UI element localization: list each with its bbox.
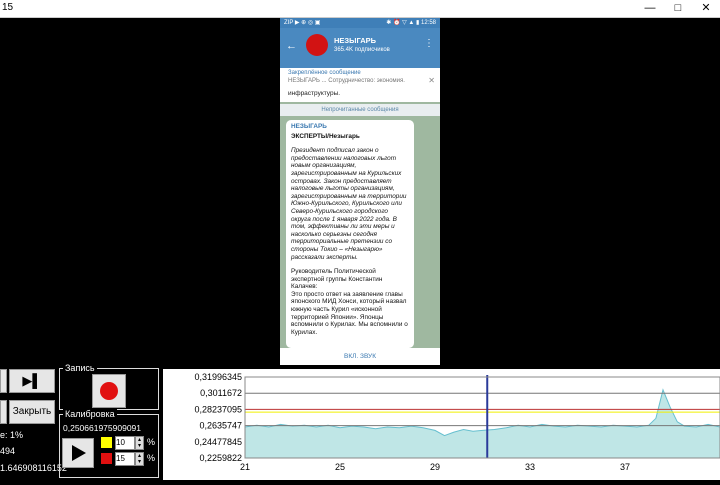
yellow-threshold-stepper[interactable]: ▴ ▾ xyxy=(135,436,144,450)
calibration-play-button[interactable] xyxy=(62,438,94,468)
channel-name: НЕЗЫГАРЬ xyxy=(334,36,377,45)
more-menu-icon[interactable]: ⋮ xyxy=(424,38,434,49)
percent-status: е: 1% xyxy=(0,430,24,440)
x-tick-label: 37 xyxy=(620,462,630,472)
play-button-partial[interactable] xyxy=(0,369,7,393)
message-paragraph-3: Это просто ответ на заявление главы япон… xyxy=(291,290,408,336)
close-file-button[interactable]: Закрыть xyxy=(9,400,55,424)
yellow-threshold-input[interactable]: 10 xyxy=(115,436,135,450)
channel-avatar xyxy=(306,34,328,56)
back-arrow-icon[interactable]: ← xyxy=(286,40,297,52)
y-tick-label: 0,2259822 xyxy=(199,453,242,463)
calibration-label: Калибровка xyxy=(63,409,117,419)
chart-svg: 0,31996345 0,3011672 0,28237095 0,2635747 0,… xyxy=(194,372,720,472)
record-label: Запись xyxy=(63,363,97,373)
window-title: 15 xyxy=(2,2,14,13)
yellow-percent-sign: % xyxy=(147,437,156,447)
status-value-494: 494 xyxy=(0,446,16,456)
close-pinned-icon[interactable]: ✕ xyxy=(428,76,435,85)
x-tick-label: 29 xyxy=(430,462,440,472)
maximize-button[interactable]: □ xyxy=(664,0,692,17)
skip-to-end-button[interactable]: ▶▌ xyxy=(9,369,55,393)
phone-status-bar: ZIP ▶ ⊕ ◎ ▣ ✱ ⏰ ▽ ▲ ▮ 12:58 xyxy=(280,18,440,28)
pinned-message[interactable]: Закреплённое сообщение НЕЗЫГАРЬ ... Сотр… xyxy=(280,68,440,102)
message-italic-paragraph: Президент подписал закон о предоставлени… xyxy=(291,147,407,261)
red-threshold-input[interactable]: 15 xyxy=(115,452,135,466)
record-icon xyxy=(100,382,118,400)
yellow-threshold-swatch xyxy=(101,437,112,448)
message-heading: ЭКСПЕРТЫ/Незыгарь xyxy=(291,132,360,140)
minimize-button[interactable]: — xyxy=(636,0,664,17)
channel-message: НЕЗЫГАРЬ ЭКСПЕРТЫ/Незыгарь Президент под… xyxy=(286,120,414,348)
pinned-title: Закреплённое сообщение xyxy=(288,70,361,76)
y-tick-label: 0,24477845 xyxy=(194,437,242,447)
red-threshold-stepper[interactable]: ▴ ▾ xyxy=(135,452,144,466)
red-percent-sign: % xyxy=(147,453,156,463)
window-titlebar: 15 — □ ✕ xyxy=(0,0,720,18)
y-tick-label: 0,2635747 xyxy=(199,421,242,431)
message-paragraph-2: Руководитель Политической экспертной гру… xyxy=(291,268,383,291)
calibration-value: 0,250661975909091 xyxy=(63,423,141,433)
status-value-long: 1.646908116152 xyxy=(0,463,67,473)
signal-area xyxy=(245,389,720,458)
status-icons-right: ✱ ⏰ ▽ ▲ ▮ 12:58 xyxy=(386,20,436,26)
close-button[interactable]: ✕ xyxy=(692,0,720,17)
x-tick-label: 33 xyxy=(525,462,535,472)
unread-divider: Непрочитанные сообщения xyxy=(280,104,440,116)
phone-screen: ZIP ▶ ⊕ ◎ ▣ ✱ ⏰ ▽ ▲ ▮ 12:58 ← НЕЗЫГАРЬ 3… xyxy=(280,18,440,365)
y-tick-label: 0,31996345 xyxy=(194,372,242,382)
channel-header: ← НЕЗЫГАРЬ 365.4K подписчиков ⋮ xyxy=(280,28,440,68)
pinned-text: НЕЗЫГАРЬ ... Сотрудничество: экономия. xyxy=(288,78,405,84)
channel-subscribers: 365.4K подписчиков xyxy=(334,47,390,53)
unmute-button[interactable]: ВКЛ. ЗВУК xyxy=(280,348,440,365)
record-button[interactable] xyxy=(92,374,126,408)
red-threshold-swatch xyxy=(101,453,112,464)
x-tick-label: 25 xyxy=(335,462,345,472)
play-icon xyxy=(72,445,86,461)
y-tick-label: 0,3011672 xyxy=(200,388,242,398)
signal-chart[interactable]: 0,31996345 0,3011672 0,28237095 0,2635747 0,… xyxy=(163,369,720,480)
open-button-partial[interactable] xyxy=(0,400,7,424)
x-tick-label: 21 xyxy=(240,462,250,472)
pinned-footer: инфраструктуры. xyxy=(288,90,341,97)
message-author: НЕЗЫГАРЬ xyxy=(291,123,327,130)
y-tick-label: 0,28237095 xyxy=(194,404,242,414)
status-icons-left: ZIP ▶ ⊕ ◎ ▣ xyxy=(284,20,321,26)
